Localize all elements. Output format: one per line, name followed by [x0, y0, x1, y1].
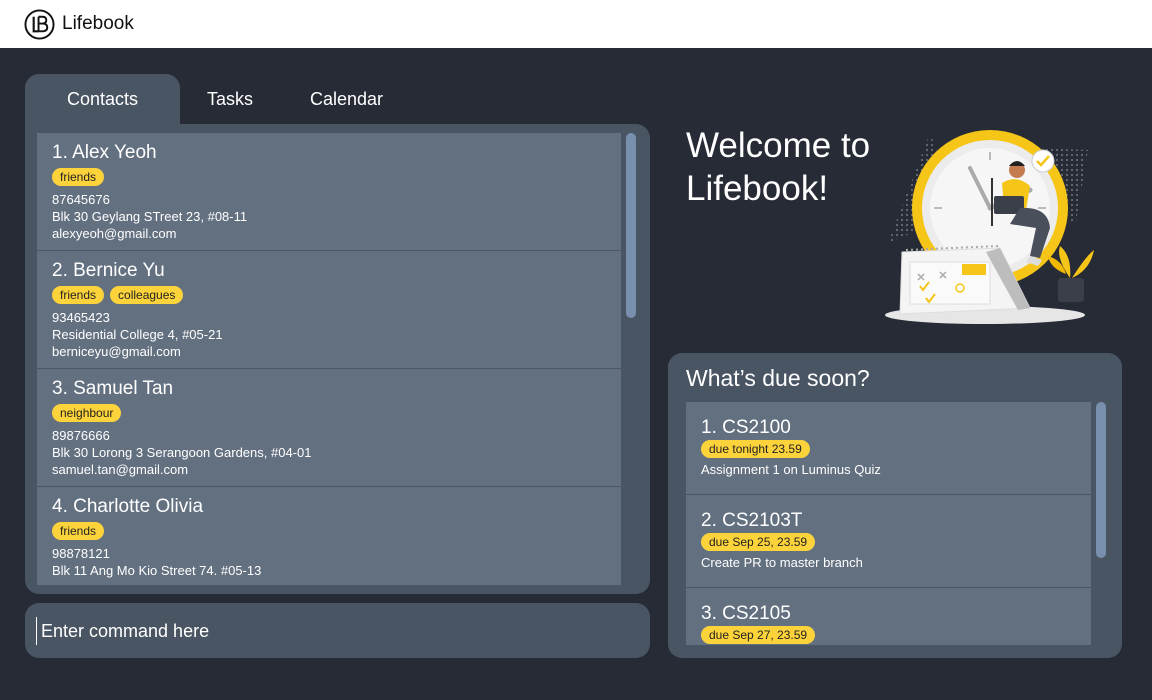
- contact-card[interactable]: 2. Bernice Yu friends colleagues 9346542…: [37, 251, 621, 369]
- title-bar: Lifebook: [0, 0, 1152, 48]
- tag-list: friends: [52, 522, 606, 540]
- welcome-line-1: Welcome to: [686, 126, 871, 165]
- contacts-panel: 1. Alex Yeoh friends 87645676 Blk 30 Gey…: [25, 124, 650, 594]
- contact-email: samuel.tan@gmail.com: [52, 462, 189, 477]
- contact-list[interactable]: 1. Alex Yeoh friends 87645676 Blk 30 Gey…: [37, 133, 621, 585]
- contact-name: 3. Samuel Tan: [52, 378, 174, 399]
- due-date-tag: due Sep 25, 23.59: [701, 533, 816, 551]
- contact-address: Blk 11 Ang Mo Kio Street 74. #05-13: [52, 563, 262, 578]
- task-description: Create PR to master branch: [701, 555, 863, 570]
- task-name: 3. CS2105: [701, 603, 791, 624]
- due-task-list[interactable]: 1. CS2100 due tonight 23.59 Assignment 1…: [686, 402, 1091, 645]
- contact-card[interactable]: 1. Alex Yeoh friends 87645676 Blk 30 Gey…: [37, 133, 621, 251]
- task-name: 1. CS2100: [701, 417, 791, 438]
- contact-email: alexyeoh@gmail.com: [52, 226, 177, 241]
- contact-phone: 98878121: [52, 546, 110, 561]
- contact-address: Blk 30 Geylang STreet 23, #08-11: [52, 209, 248, 224]
- tag-list: neighbour: [52, 404, 606, 422]
- tag-list: friends colleagues: [52, 286, 606, 304]
- command-box: [25, 603, 650, 658]
- due-task-card[interactable]: 2. CS2103T due Sep 25, 23.59 Create PR t…: [686, 495, 1091, 588]
- due-date-tag: due tonight 23.59: [701, 440, 810, 458]
- contact-list-scrollbar[interactable]: [625, 133, 636, 585]
- welcome-illustration: [885, 130, 1094, 324]
- welcome-line-2: Lifebook!: [686, 169, 829, 208]
- tab-contacts[interactable]: Contacts: [25, 74, 180, 124]
- due-list-scrollbar[interactable]: [1095, 402, 1106, 645]
- contact-card[interactable]: 3. Samuel Tan neighbour 89876666 Blk 30 …: [37, 369, 621, 487]
- contact-phone: 89876666: [52, 428, 110, 443]
- lifebook-logo-icon: [24, 8, 55, 40]
- tab-bar: Contacts Tasks Calendar: [25, 74, 413, 124]
- tab-calendar[interactable]: Calendar: [280, 74, 413, 124]
- tab-tasks[interactable]: Tasks: [180, 74, 280, 124]
- app-title: Lifebook: [62, 13, 134, 34]
- contact-address: Blk 30 Lorong 3 Serangoon Gardens, #04-0…: [52, 445, 312, 460]
- tag: friends: [52, 522, 105, 540]
- contact-name: 4. Charlotte Olivia: [52, 496, 204, 517]
- tag-list: friends: [52, 168, 606, 186]
- contact-phone: 93465423: [52, 310, 110, 325]
- due-soon-panel: What’s due soon? 1. CS2100 due tonight 2…: [668, 353, 1122, 658]
- contact-address: Residential College 4, #05-21: [52, 327, 223, 342]
- tag: friends: [52, 168, 105, 186]
- tag: friends: [52, 286, 105, 304]
- contact-email: berniceyu@gmail.com: [52, 344, 181, 359]
- contact-phone: 87645676: [52, 192, 110, 207]
- contact-card[interactable]: 4. Charlotte Olivia friends 98878121 Blk…: [37, 487, 621, 585]
- task-name: 2. CS2103T: [701, 510, 803, 531]
- command-input[interactable]: [36, 617, 626, 645]
- due-date-tag: due Sep 27, 23.59: [701, 626, 816, 644]
- tag: colleagues: [110, 286, 184, 304]
- due-task-card[interactable]: 3. CS2105 due Sep 27, 23.59: [686, 588, 1091, 645]
- scrollbar-thumb[interactable]: [626, 133, 636, 318]
- contact-name: 2. Bernice Yu: [52, 260, 165, 281]
- welcome-heading: Welcome to Lifebook!: [686, 124, 886, 210]
- tag: neighbour: [52, 404, 122, 422]
- task-description: Assignment 1 on Luminus Quiz: [701, 462, 881, 477]
- due-soon-title: What’s due soon?: [686, 365, 870, 391]
- scrollbar-thumb[interactable]: [1096, 402, 1106, 558]
- contact-name: 1. Alex Yeoh: [52, 142, 157, 163]
- due-task-card[interactable]: 1. CS2100 due tonight 23.59 Assignment 1…: [686, 402, 1091, 495]
